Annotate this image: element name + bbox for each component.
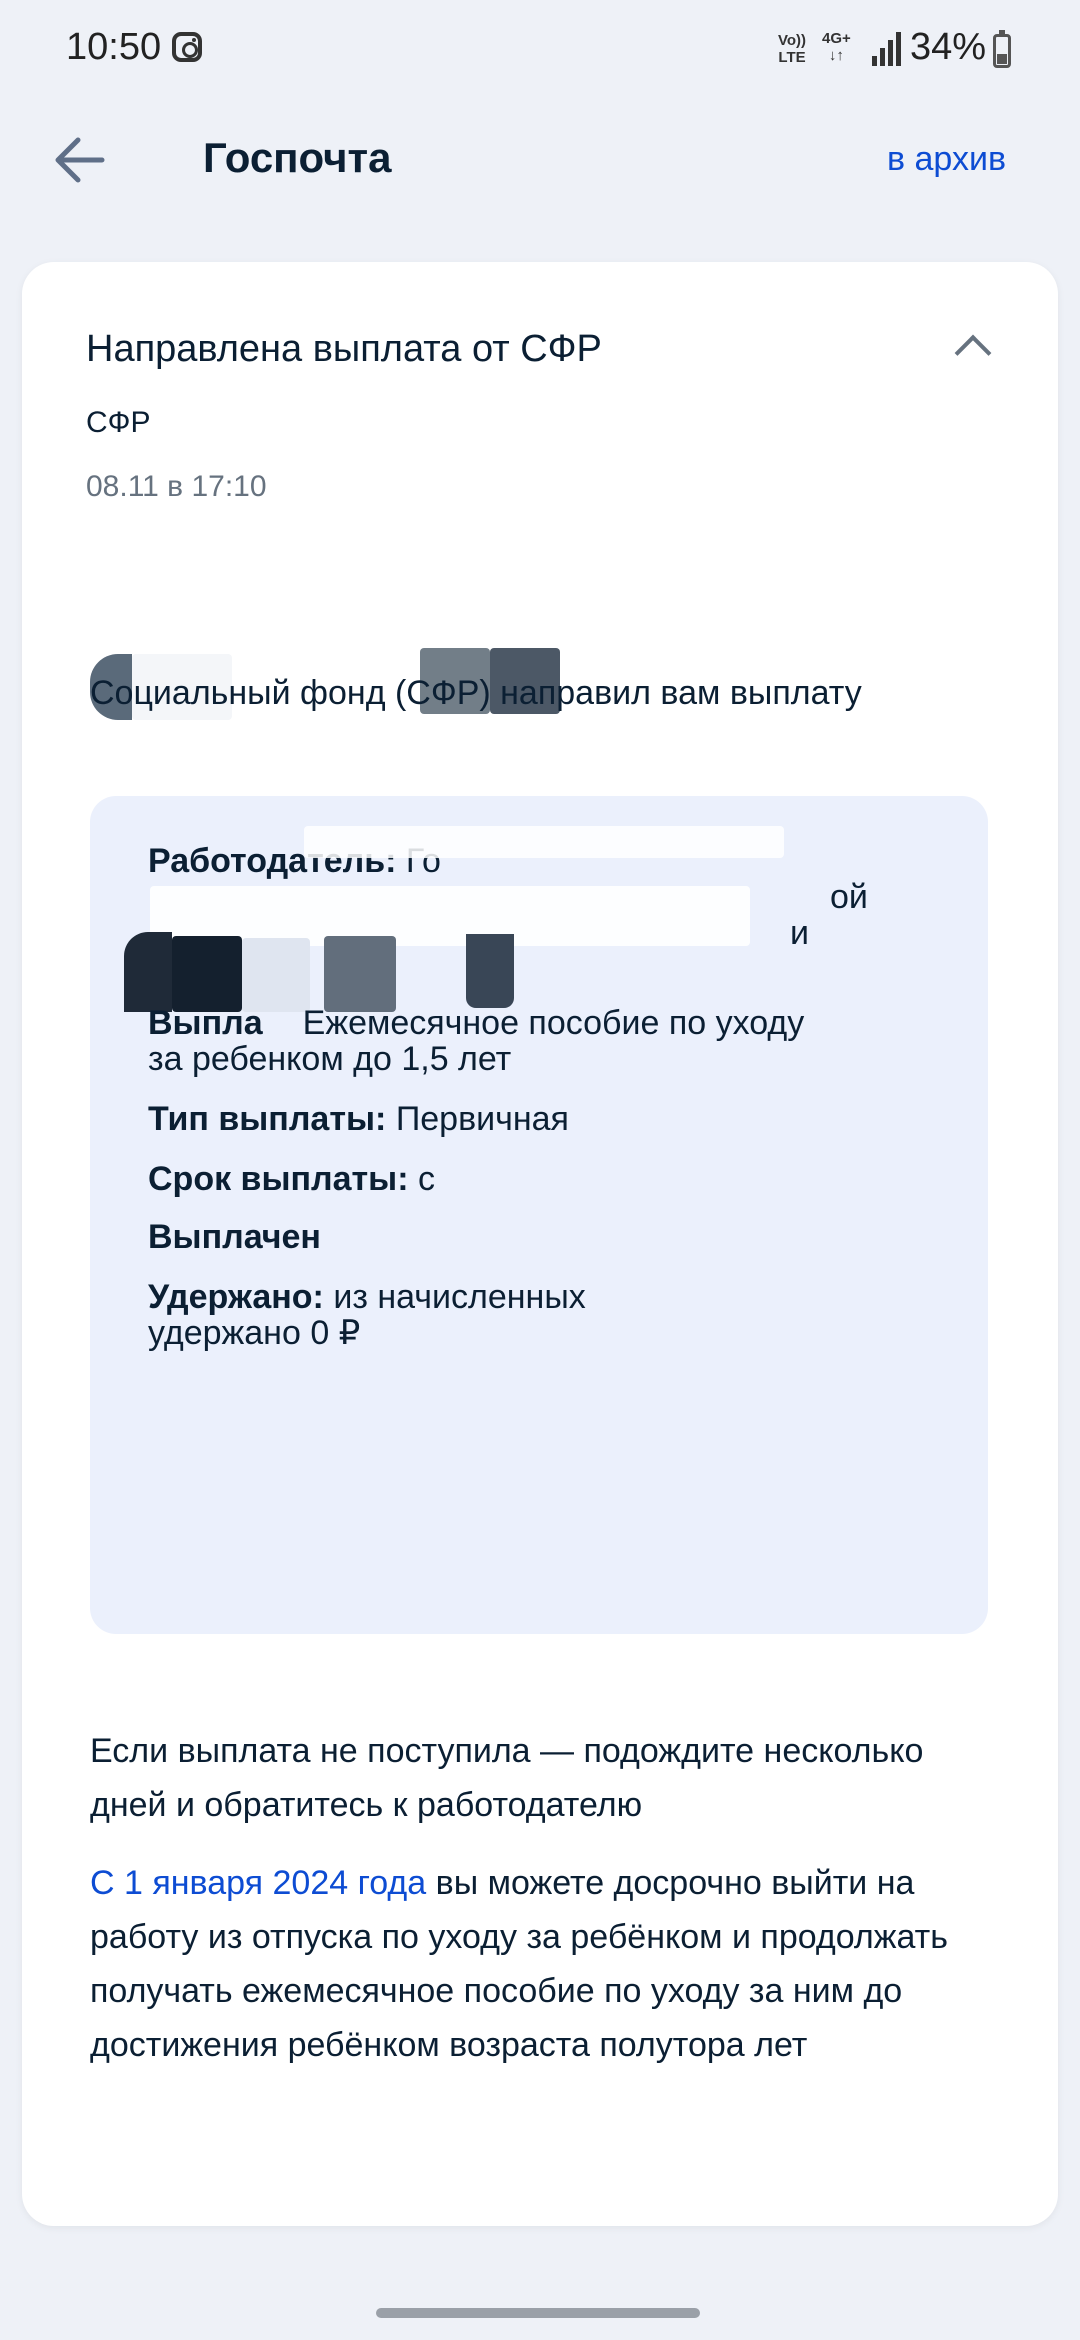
volte-icon: Vo)) LTE [778, 32, 807, 66]
message-date: 08.11 в 17:10 [86, 470, 267, 503]
battery-icon [993, 30, 1011, 68]
app-header: Госпочта в архив [0, 100, 1080, 220]
status-bar: 10:50 Vo)) LTE 4G+ ↓↑ 34% [0, 0, 1080, 100]
message-sender: СФР [86, 406, 151, 439]
payment-row-cont: за ребенком до 1,5 лет [148, 1040, 512, 1078]
page-title: Госпочта [203, 134, 392, 181]
employer-line3: и [790, 914, 809, 952]
paid-row: Выплачен [148, 1218, 321, 1256]
battery-percent: 34% [910, 26, 987, 68]
signal-icon [872, 30, 902, 66]
instagram-icon [172, 32, 202, 62]
term-row: Срок выплаты: с [148, 1160, 435, 1198]
message-lead: Социальный фонд (СФР) направил вам выпла… [90, 674, 862, 712]
payment-details-panel: Работодатель: Го ой и Выпла Ежемесячное п… [90, 796, 988, 1634]
redacted-block [304, 826, 784, 858]
message-card: Направлена выплата от СФР СФР 08.11 в 17… [22, 262, 1058, 2226]
chevron-up-icon[interactable] [954, 334, 992, 372]
network-type-icon: 4G+ ↓↑ [822, 30, 851, 64]
archive-button[interactable]: в архив [887, 140, 1006, 179]
home-indicator[interactable] [376, 2308, 700, 2318]
info-link[interactable]: С 1 января 2024 года [90, 1864, 426, 1902]
payment-note: Если выплата не поступила — подождите не… [90, 1732, 924, 1824]
status-time: 10:50 [66, 26, 162, 68]
back-arrow-icon[interactable] [50, 130, 110, 190]
message-title: Направлена выплата от СФР [86, 328, 602, 370]
type-row: Тип выплаты: Первичная [148, 1100, 569, 1138]
withheld-row-cont: удержано 0 ₽ [148, 1314, 361, 1352]
early-return-info: С 1 января 2024 года вы можете досрочно … [90, 1864, 948, 2064]
